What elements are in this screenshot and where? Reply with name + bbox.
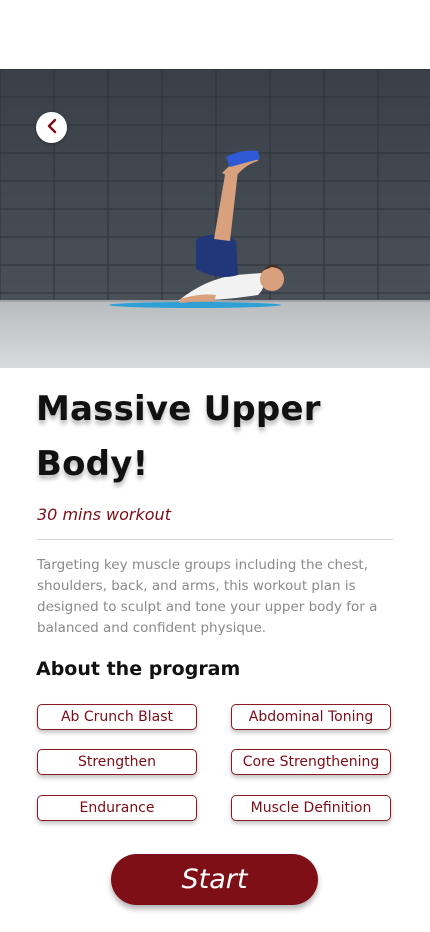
divider [37,539,393,540]
section-title-about: About the program [36,658,241,680]
tag-core-strengthening[interactable]: Core Strengthening [231,749,391,775]
workout-duration: 30 mins workout [37,505,171,524]
page-title: Massive Upper Body! [36,389,321,484]
tag-endurance[interactable]: Endurance [37,795,197,821]
workout-description: Targeting key muscle groups including th… [37,557,378,636]
back-button[interactable] [36,112,67,143]
tag-ab-crunch-blast[interactable]: Ab Crunch Blast [37,704,197,730]
tag-abdominal-toning[interactable]: Abdominal Toning [231,704,391,730]
chevron-left-icon [45,118,59,138]
tag-strengthen[interactable]: Strengthen [37,749,197,775]
hero-image [0,69,430,368]
tag-muscle-definition[interactable]: Muscle Definition [231,795,391,821]
start-button[interactable]: Start [111,854,318,905]
